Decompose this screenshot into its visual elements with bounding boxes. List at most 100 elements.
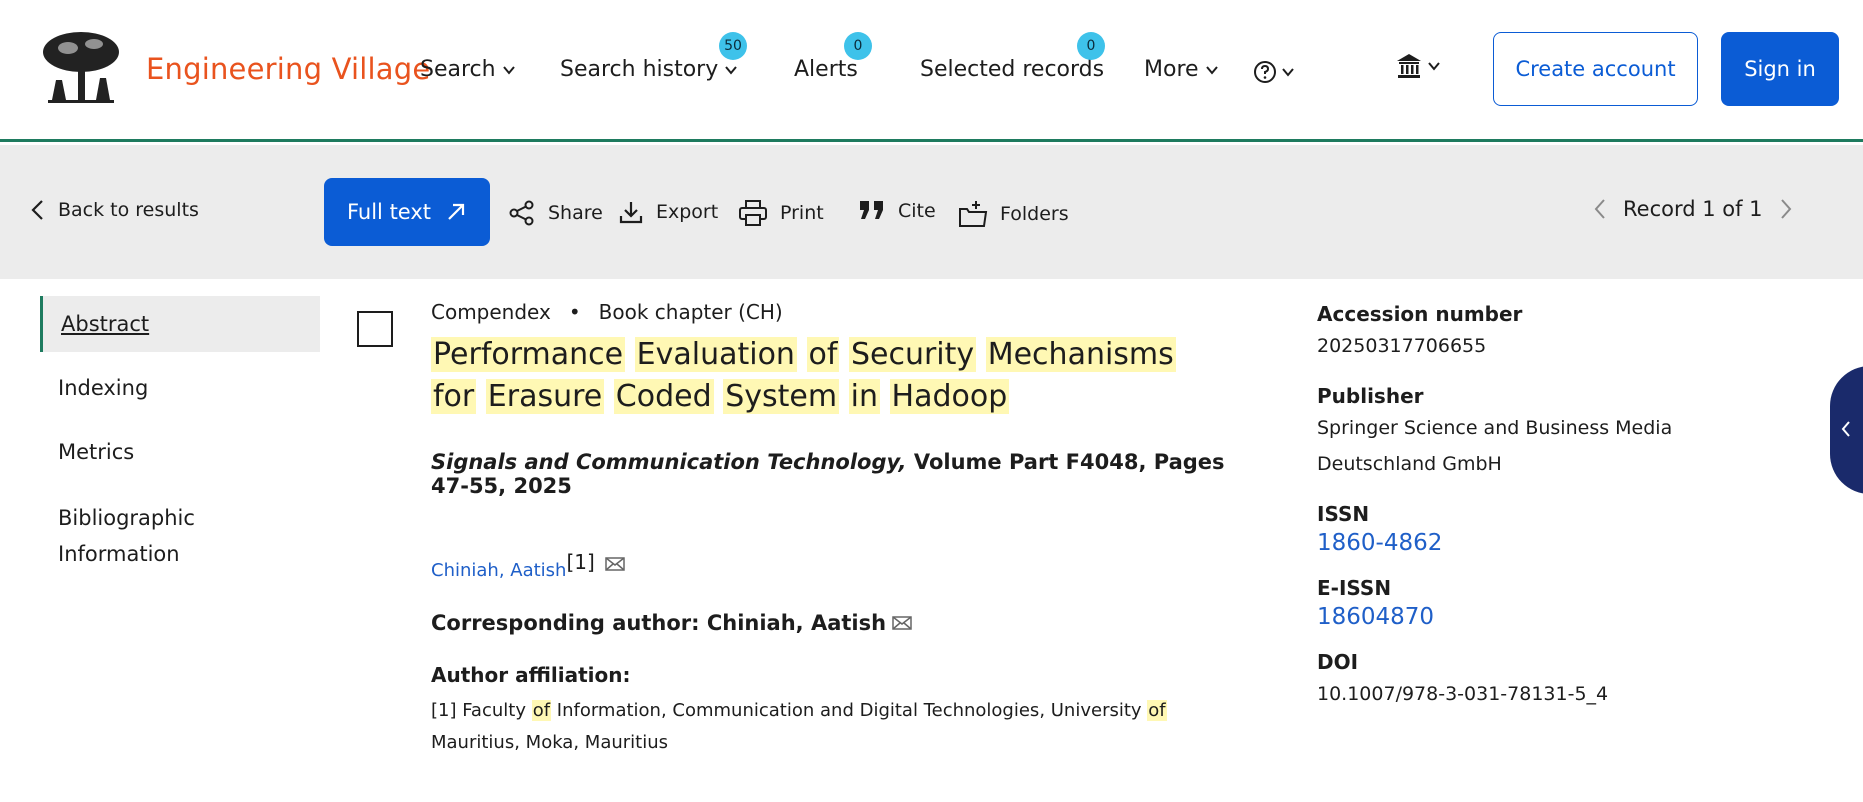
nav-search[interactable]: Search [420,57,516,82]
print-label: Print [780,202,824,224]
publisher-name-line2: Deutschland GmbH [1317,453,1502,475]
eissn-link[interactable]: 18604870 [1317,604,1797,630]
create-account-button[interactable]: Create account [1493,32,1698,106]
publisher-block: Publisher Springer Science and Business … [1317,384,1797,482]
title-word: System [723,379,840,414]
eissn-label: E-ISSN [1317,576,1392,600]
accession-label: Accession number [1317,302,1523,326]
select-record-checkbox[interactable] [357,311,393,347]
title-word: Erasure [485,379,605,414]
meta-separator: • [568,300,581,324]
author-link[interactable]: Chiniah, Aatish[1] [431,550,595,581]
nav-search-label: Search [420,57,496,82]
print-button[interactable]: Print [738,199,824,227]
record-title: Performance Evaluation of Security Mecha… [431,334,1251,418]
back-to-results-link[interactable]: Back to results [30,199,199,221]
chevron-left-icon[interactable] [1593,198,1607,220]
affiliation-part: [1] Faculty [431,700,532,721]
title-word: for [431,379,477,414]
nav-history-label: Search history [560,57,719,82]
selected-count-badge: 0 [1077,32,1105,60]
download-icon [619,202,643,224]
source-info: Signals and Communication Technology, Vo… [431,450,1251,498]
title-word: Coded [613,379,714,414]
brand-name[interactable]: Engineering Village [146,52,430,86]
corresponding-author: Corresponding author: Chiniah, Aatish [431,611,1251,635]
cite-label: Cite [898,200,936,222]
chevron-down-icon [1205,65,1218,75]
full-text-button[interactable]: Full text [324,178,490,246]
share-label: Share [548,202,603,224]
chevron-right-icon[interactable] [1779,198,1793,220]
nav-more[interactable]: More [1144,57,1219,82]
title-word: Security [848,337,977,372]
cite-button[interactable]: Cite [858,199,936,223]
nav-selected-records[interactable]: Selected records [920,57,1104,82]
printer-icon [739,200,767,226]
title-word: in [848,379,880,414]
title-line-1: Performance Evaluation of Security Mecha… [431,334,1251,376]
help-circle-icon [1254,61,1276,83]
doi-label: DOI [1317,650,1359,674]
nav-search-history[interactable]: Search history [560,57,738,82]
author-list: Chiniah, Aatish[1] [431,550,1251,581]
help-menu[interactable] [1253,60,1295,84]
highlighted-term: of [1147,700,1167,721]
export-button[interactable]: Export [618,199,718,225]
document-type: Book chapter (CH) [598,300,783,324]
source-title: Signals and Communication Technology, [431,450,907,474]
affiliation-part: Information, Communication and Digital T… [551,700,1148,721]
affiliation-text: [1] Faculty of Information, Communicatio… [431,695,1251,759]
record-navigation: Record 1 of 1 [1593,197,1793,221]
sidebar-item-metrics[interactable]: Metrics [40,428,320,476]
history-count-badge: 50 [719,32,747,60]
side-panel-toggle[interactable] [1830,366,1863,494]
sidebar-item-indexing[interactable]: Indexing [40,356,320,420]
title-word: Evaluation [634,337,797,372]
folders-button[interactable]: Folders [958,199,1069,229]
accession-number: 20250317706655 [1317,335,1487,357]
record-details: Accession number 20250317706655 Publishe… [1317,302,1797,732]
back-label: Back to results [58,199,199,221]
sidebar-item-bibliographic-information[interactable]: Bibliographic Information [40,494,270,578]
section-sidebar: Abstract Indexing Metrics Bibliographic … [40,296,320,578]
top-header: Engineering Village Search Search histor… [0,0,1863,142]
title-line-2: for Erasure Coded System in Hadoop [431,376,1251,418]
doi-value: 10.1007/978-3-031-78131-5_4 [1317,683,1609,705]
envelope-icon[interactable] [892,615,912,631]
author-name: Chiniah, Aatish [431,560,567,581]
folder-add-icon [959,201,988,227]
record-main: Compendex • Book chapter (CH) Performanc… [431,300,1251,759]
title-word: Mechanisms [985,337,1176,372]
sidebar-item-abstract[interactable]: Abstract [40,296,320,352]
corresponding-author-text: Corresponding author: Chiniah, Aatish [431,611,887,635]
accession-block: Accession number 20250317706655 [1317,302,1797,364]
chevron-left-icon [1841,421,1850,437]
chevron-down-icon [1282,68,1294,77]
institution-icon [1397,54,1421,78]
issn-link[interactable]: 1860-4862 [1317,530,1797,556]
affiliation-label: Author affiliation: [431,663,631,687]
full-text-label: Full text [346,200,432,224]
alerts-count-badge: 0 [844,32,872,60]
chevron-down-icon [1428,62,1440,71]
nav-alerts[interactable]: Alerts [794,57,858,82]
external-link-arrow-icon [448,203,465,220]
nav-more-label: More [1144,57,1199,82]
title-word: Performance [431,337,626,372]
record-counter: Record 1 of 1 [1623,197,1763,221]
share-button[interactable]: Share [508,199,603,227]
database-name: Compendex [431,300,551,324]
highlighted-term: of [531,700,552,721]
elsevier-tree-logo[interactable] [38,30,124,106]
nav-alerts-label: Alerts [794,57,858,82]
issn-block: ISSN 1860-4862 [1317,502,1797,556]
institution-menu[interactable] [1395,52,1441,80]
publisher-name-line1: Springer Science and Business Media [1317,417,1673,439]
record-meta: Compendex • Book chapter (CH) [431,300,1251,324]
affiliation-part: Mauritius, Moka, Mauritius [431,732,668,753]
sign-in-button[interactable]: Sign in [1721,32,1839,106]
author-affiliation-ref: [1] [566,550,595,574]
chevron-down-icon [725,65,738,75]
envelope-icon[interactable] [605,556,625,572]
